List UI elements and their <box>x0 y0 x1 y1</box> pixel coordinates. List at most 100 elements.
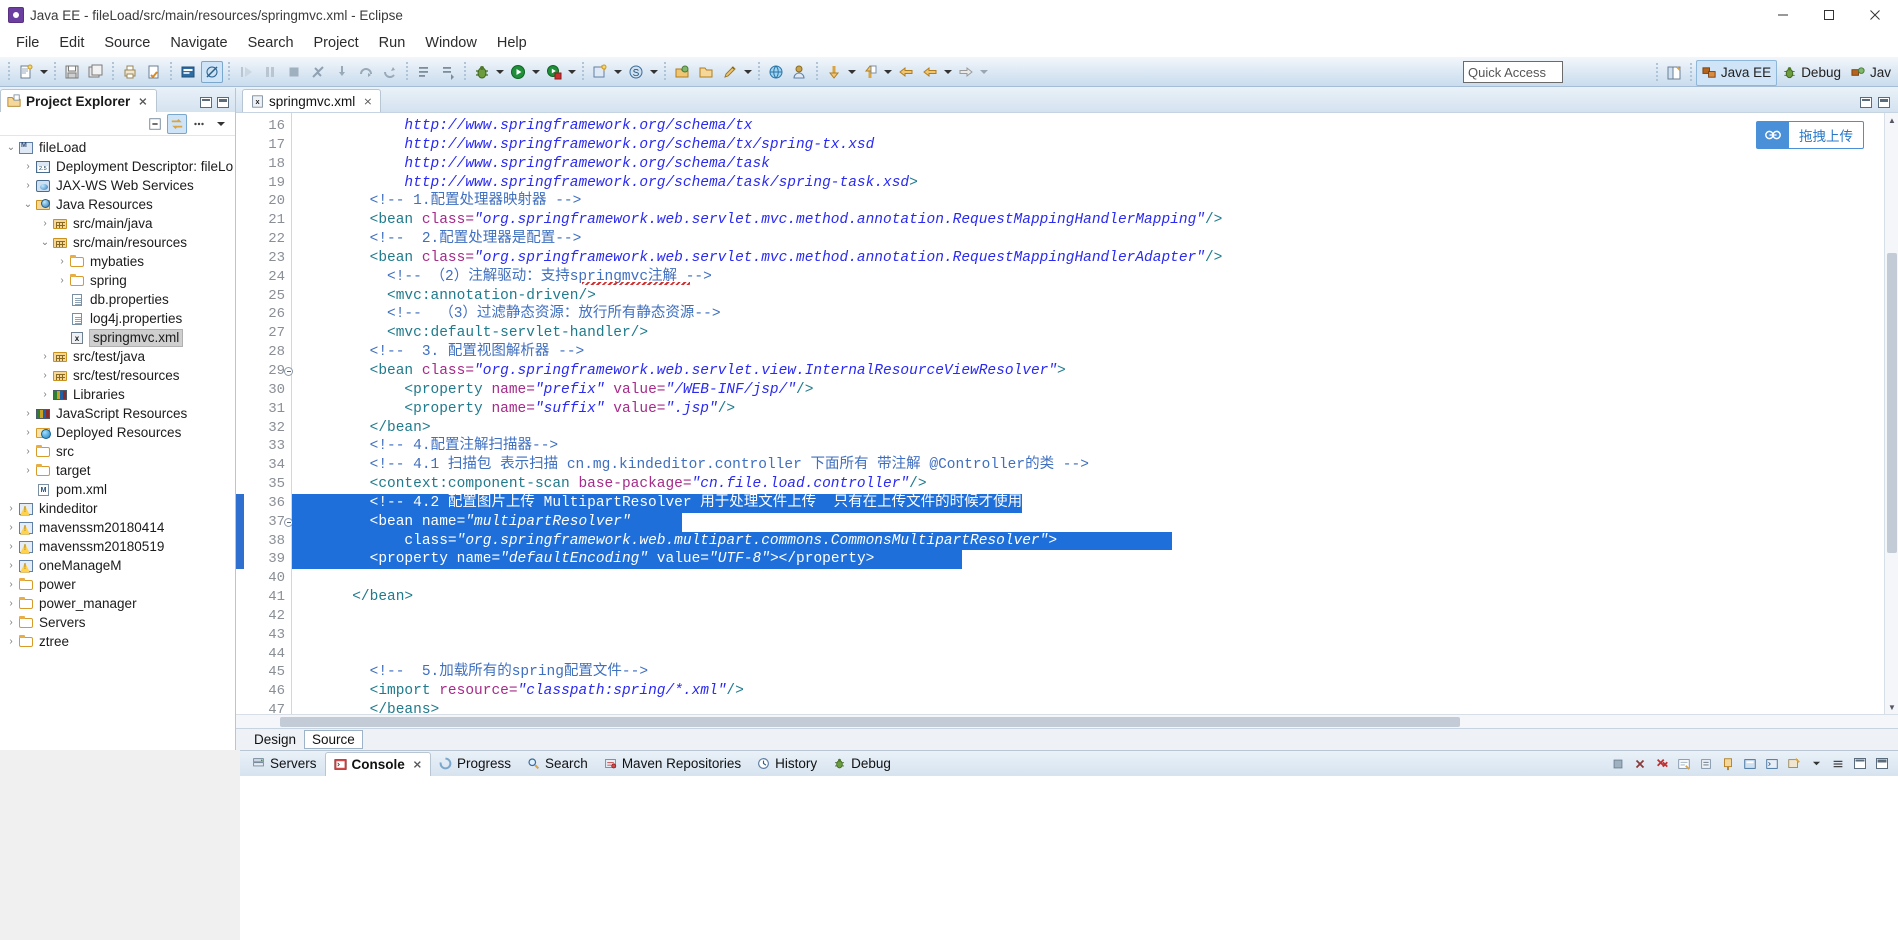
source-editor[interactable]: 16 17 18 19 20 21 22 23 24 25 26 27 28 29 30 31 32 33 34 35… <box>236 112 1898 714</box>
new-java-project-icon[interactable] <box>589 61 611 83</box>
tree-item-spring[interactable]: › spring <box>0 271 235 290</box>
scroll-down-icon[interactable]: ▼ <box>1885 700 1898 714</box>
chevron-right-icon[interactable]: › <box>38 351 52 362</box>
bottom-tab-progress[interactable]: Progress <box>431 752 519 776</box>
code-line[interactable]: <!-- （2）注解驱动：支持springmvc注解 --> <box>292 268 1898 287</box>
open-type-icon[interactable] <box>177 61 199 83</box>
tree-item-onemanagem[interactable]: › oneManageM <box>0 556 235 575</box>
step-over-icon[interactable] <box>355 61 377 83</box>
last-edit-location-icon[interactable] <box>859 61 881 83</box>
bottom-tab-history[interactable]: History <box>749 752 825 776</box>
code-line[interactable] <box>292 626 1898 645</box>
tree-item-power-manager[interactable]: › power_manager <box>0 594 235 613</box>
run-icon[interactable] <box>507 61 529 83</box>
chevron-down-icon[interactable]: ⌄ <box>21 199 35 210</box>
toggle-breakpoint-icon[interactable] <box>201 60 223 83</box>
chevron-right-icon[interactable]: › <box>38 370 52 381</box>
new-java-dropdown-icon[interactable] <box>612 61 624 83</box>
display-selected-console-icon[interactable] <box>1740 754 1760 774</box>
console-minimize-icon[interactable] <box>1850 754 1870 774</box>
drag-upload-widget[interactable]: 拖拽上传 <box>1756 121 1864 149</box>
chevron-right-icon[interactable]: › <box>55 256 69 267</box>
code-line[interactable]: <bean class="org.springframework.web.ser… <box>292 362 1898 381</box>
link-with-editor-icon[interactable] <box>167 113 187 134</box>
tree-item-springmvc-xml[interactable]: x springmvc.xml <box>0 328 235 347</box>
previous-annotation-dropdown-icon[interactable] <box>846 61 858 83</box>
tab-design[interactable]: Design <box>246 730 304 749</box>
open-resource-icon[interactable] <box>671 61 693 83</box>
code-content[interactable]: http://www.springframework.org/schema/tx… <box>292 113 1898 714</box>
chevron-right-icon[interactable]: › <box>21 161 35 172</box>
code-line[interactable] <box>292 645 1898 664</box>
tree-item-javascript-resources[interactable]: › JavaScript Resources <box>0 404 235 423</box>
chevron-right-icon[interactable]: › <box>4 598 18 609</box>
step-return-icon[interactable] <box>379 61 401 83</box>
code-line[interactable]: http://www.springframework.org/schema/ta… <box>292 155 1898 174</box>
code-line[interactable]: </bean> <box>292 419 1898 438</box>
code-line[interactable]: <bean class="org.springframework.web.ser… <box>292 211 1898 230</box>
forward-arrow-icon[interactable] <box>919 61 941 83</box>
chevron-right-icon[interactable]: › <box>4 636 18 647</box>
editor-horizontal-scrollbar[interactable] <box>236 714 1898 728</box>
code-line[interactable]: <!-- 5.加载所有的spring配置文件--> <box>292 663 1898 682</box>
code-line[interactable]: <import resource="classpath:spring/*.xml… <box>292 682 1898 701</box>
save-all-icon[interactable] <box>85 61 107 83</box>
minimize-view-icon[interactable] <box>200 97 212 108</box>
bottom-tab-maven-repositories[interactable]: Maven Repositories <box>596 752 749 776</box>
bottom-tab-search[interactable]: Search <box>519 752 596 776</box>
console-output-area[interactable] <box>240 776 1898 940</box>
code-line[interactable]: <bean name="multipartResolver" <box>292 512 1898 532</box>
code-line[interactable]: <!-- 4.配置注解扫描器--> <box>292 437 1898 456</box>
code-line[interactable]: </beans> <box>292 701 1898 714</box>
menu-search[interactable]: Search <box>238 33 304 53</box>
code-line[interactable] <box>292 607 1898 626</box>
view-menu-chevron-icon[interactable] <box>211 114 231 134</box>
open-console-icon[interactable] <box>1762 754 1782 774</box>
pin-console-icon[interactable] <box>1718 754 1738 774</box>
tree-item-servers[interactable]: › Servers <box>0 613 235 632</box>
tree-item-src[interactable]: › src <box>0 442 235 461</box>
code-line[interactable]: <!-- 4.1 扫描包 表示扫描 cn.mg.kindeditor.contr… <box>292 456 1898 475</box>
toggle-mark-occurrences-icon[interactable] <box>413 61 435 83</box>
tree-item-kindeditor[interactable]: › kindeditor <box>0 499 235 518</box>
close-icon[interactable]: ⨯ <box>138 95 147 108</box>
tree-item-pom-xml[interactable]: Mpom.xml <box>0 480 235 499</box>
debug-dropdown-icon[interactable] <box>494 61 506 83</box>
project-tree[interactable]: ⌄fileLoad›Deployment Descriptor: fileLo›… <box>0 136 235 750</box>
perspective-java[interactable]: Jav <box>1846 60 1896 86</box>
editor-vertical-scrollbar[interactable]: ▲ ▼ <box>1884 113 1898 714</box>
minimize-editor-icon[interactable] <box>1860 97 1872 108</box>
chevron-right-icon[interactable]: › <box>38 218 52 229</box>
previous-annotation-icon[interactable] <box>823 61 845 83</box>
chevron-right-icon[interactable]: › <box>4 617 18 628</box>
code-line[interactable]: http://www.springframework.org/schema/ta… <box>292 174 1898 193</box>
code-line[interactable]: <property name="defaultEncoding" value="… <box>292 550 1898 570</box>
maximize-view-icon[interactable] <box>217 97 229 108</box>
code-line[interactable]: <context:component-scan base-package="cn… <box>292 475 1898 494</box>
scroll-up-icon[interactable]: ▲ <box>1885 113 1898 127</box>
tree-item-deployed-resources[interactable]: › Deployed Resources <box>0 423 235 442</box>
console-maximize-icon[interactable] <box>1872 754 1892 774</box>
code-line[interactable]: <!-- 3. 配置视图解析器 --> <box>292 343 1898 362</box>
edit-dropdown-icon[interactable] <box>742 61 754 83</box>
resume-icon[interactable] <box>235 61 257 83</box>
horizontal-scroll-thumb[interactable] <box>280 717 1460 727</box>
menu-navigate[interactable]: Navigate <box>160 33 237 53</box>
maximize-button[interactable] <box>1806 0 1852 30</box>
tab-springmvc-xml[interactable]: x springmvc.xml ⨯ <box>242 89 382 112</box>
remove-all-launches-icon[interactable] <box>1652 754 1672 774</box>
code-line[interactable]: <!-- 1.配置处理器映射器 --> <box>292 192 1898 211</box>
new-wizard-icon[interactable] <box>15 61 37 83</box>
forward-nav-icon[interactable] <box>955 61 977 83</box>
console-view-menu-icon[interactable] <box>1828 754 1848 774</box>
tree-item-ztree[interactable]: › ztree <box>0 632 235 651</box>
tree-item-power[interactable]: › power <box>0 575 235 594</box>
external-tools-dropdown-icon[interactable] <box>566 61 578 83</box>
tree-item-mybaties[interactable]: › mybaties <box>0 252 235 271</box>
forward-dropdown-icon[interactable] <box>978 61 990 83</box>
menu-run[interactable]: Run <box>369 33 416 53</box>
edit-pencil-icon[interactable] <box>719 61 741 83</box>
open-perspective-icon[interactable] <box>1663 62 1685 84</box>
print-icon[interactable] <box>119 61 141 83</box>
tree-item-src-test-resources[interactable]: › src/test/resources <box>0 366 235 385</box>
